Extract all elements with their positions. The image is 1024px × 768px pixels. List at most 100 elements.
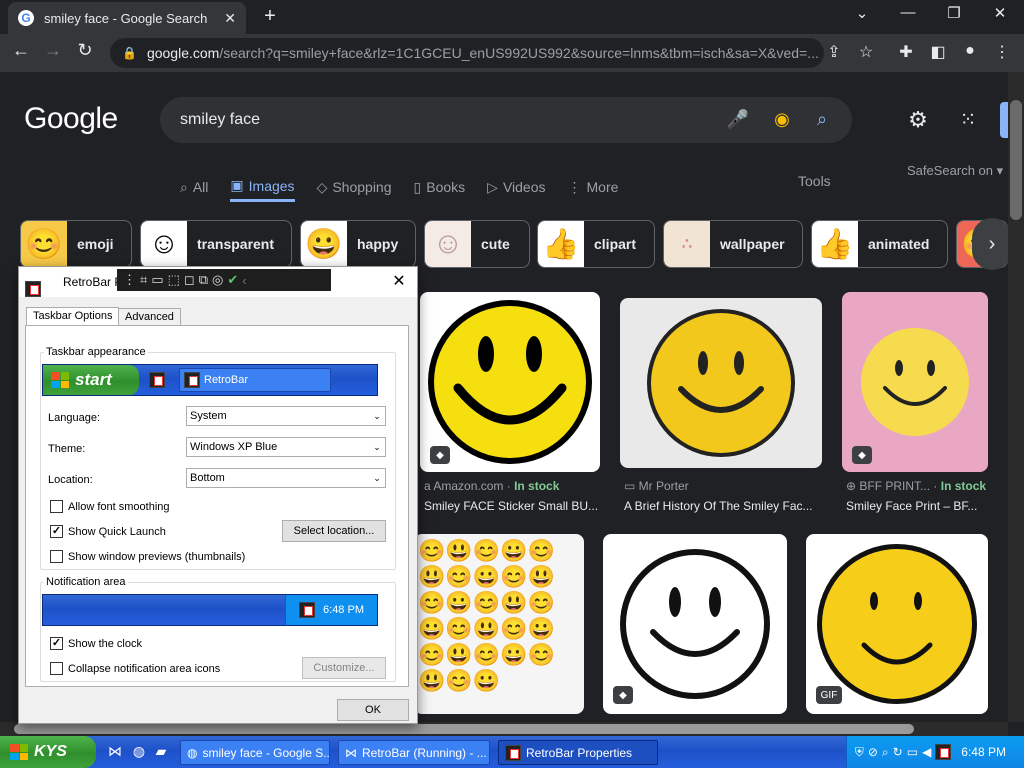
result-source-1[interactable]: a Amazon.com · In stock	[424, 479, 559, 493]
chrome-menu-icon[interactable]: ⋮	[990, 42, 1014, 62]
apps-grid-icon[interactable]: ⁙	[956, 107, 980, 132]
tab-books[interactable]: ▯ Books	[414, 172, 466, 202]
tab-search-chevron-icon[interactable]: ⌄	[842, 4, 882, 22]
address-bar[interactable]: 🔒 google.com/search?q=smiley+face&rlz=1C…	[110, 38, 824, 68]
tab-taskbar-options[interactable]: Taskbar Options	[26, 307, 120, 327]
settings-gear-icon[interactable]: ⚙	[906, 107, 930, 133]
result-caption-3[interactable]: Smiley Face Print – BF...	[846, 499, 986, 513]
show-clock-option[interactable]: ✓ Show the clock	[50, 637, 142, 650]
audio-icon[interactable]: ◎	[212, 272, 223, 288]
minimize-icon[interactable]: —	[888, 4, 928, 21]
select-location-button[interactable]: Select location...	[282, 520, 386, 542]
dialog-close-icon[interactable]: ✕	[385, 271, 413, 291]
result-image-1[interactable]	[420, 292, 600, 472]
profile-avatar-icon[interactable]: ●	[958, 42, 982, 60]
grip-icon[interactable]: ⋮	[123, 272, 136, 288]
chip-wallpaper[interactable]: ∴ wallpaper	[663, 220, 803, 268]
share-icon[interactable]: ⇪	[822, 42, 846, 62]
task-retrobar-running[interactable]: ⋈ RetroBar (Running) - ...	[338, 740, 490, 765]
customize-button[interactable]: Customize...	[302, 657, 386, 679]
screenshot-icon[interactable]: ⌗	[140, 272, 147, 288]
tab-images[interactable]: ▣ Images	[230, 172, 295, 202]
chip-animated[interactable]: 👍 animated	[811, 220, 948, 268]
task-google-search[interactable]: ◍ smiley face - Google S...	[180, 740, 330, 765]
result-image-2[interactable]	[620, 298, 822, 468]
result-source-2[interactable]: ▭ Mr Porter	[624, 479, 689, 493]
defender-icon[interactable]: ⛨	[855, 745, 864, 760]
google-logo[interactable]: Google	[24, 102, 118, 136]
browser-tab[interactable]: G smiley face - Google Search ✕	[8, 2, 246, 34]
bookmark-star-icon[interactable]: ☆	[854, 42, 878, 62]
chip-emoji[interactable]: 😊 emoji	[20, 220, 132, 268]
start-button[interactable]: KYS	[0, 736, 96, 768]
result-image-3[interactable]	[842, 292, 988, 472]
tab-close-icon[interactable]: ✕	[224, 10, 236, 27]
side-panel-icon[interactable]: ◧	[926, 42, 950, 62]
forward-arrow-icon[interactable]: →	[40, 40, 66, 61]
microphone-icon[interactable]: 🎤	[726, 109, 750, 130]
location-select[interactable]: Bottom ⌄	[186, 468, 386, 488]
language-select[interactable]: System ⌄	[186, 406, 386, 426]
transparent-smiley-thumb-icon: ☺	[141, 221, 187, 267]
retrobar-tray-icon[interactable]	[935, 744, 952, 760]
search-icon[interactable]: ⌕	[810, 109, 834, 130]
collapse-icons-checkbox[interactable]	[50, 662, 63, 675]
visual-studio-icon[interactable]: ⋈	[106, 743, 124, 761]
preview-tray: 6:48 PM	[285, 595, 377, 625]
window-close-icon[interactable]: ✕	[980, 4, 1020, 22]
tab-videos[interactable]: ▷ Videos	[487, 172, 545, 202]
chip-transparent[interactable]: ☺ transparent	[140, 220, 292, 268]
window-previews-checkbox[interactable]	[50, 550, 63, 563]
cute-smiley-thumb-icon: ☺	[425, 221, 471, 267]
collapse-icons-option[interactable]: Collapse notification area icons	[50, 662, 220, 675]
chrome-icon[interactable]: ◍	[130, 743, 148, 761]
chip-happy[interactable]: 😀 happy	[300, 220, 416, 268]
restore-icon[interactable]: ❐	[934, 4, 974, 22]
sign-in-button[interactable]	[1000, 102, 1008, 138]
theme-select[interactable]: Windows XP Blue ⌄	[186, 437, 386, 457]
collapse-icon[interactable]: ‹	[242, 273, 246, 288]
result-caption-1[interactable]: Smiley FACE Sticker Small BU...	[424, 499, 602, 513]
search-tray-icon[interactable]: ⌕	[882, 745, 889, 760]
task-retrobar-properties[interactable]: RetroBar Properties	[498, 740, 658, 765]
chip-cute[interactable]: ☺ cute	[424, 220, 530, 268]
result-source-3[interactable]: ⊕ BFF PRINT... · In stock	[846, 479, 986, 493]
vertical-scroll-thumb[interactable]	[1010, 100, 1022, 220]
region-icon[interactable]: ◻	[184, 272, 195, 288]
font-smoothing-checkbox[interactable]	[50, 500, 63, 513]
pointer-icon[interactable]: ⬚	[168, 272, 180, 288]
extensions-puzzle-icon[interactable]: ✚	[894, 42, 918, 62]
taskbar-preview: start RetroBar	[42, 364, 378, 396]
tab-shopping[interactable]: ◇ Shopping	[317, 172, 392, 202]
check-icon[interactable]: ✔	[227, 272, 238, 288]
record-icon[interactable]: ▭	[151, 272, 163, 288]
safesearch-toggle[interactable]: SafeSearch on ▾	[907, 163, 1003, 179]
folder-icon[interactable]: ▰	[152, 743, 170, 761]
taskbar-clock[interactable]: 6:48 PM	[961, 745, 1006, 759]
window-previews-option[interactable]: Show window previews (thumbnails)	[50, 550, 245, 563]
show-clock-checkbox[interactable]: ✓	[50, 637, 63, 650]
result-image-4[interactable]: 😊😃😊😀😊😃😊😀😊😃😊😀😊😃😊😀😊😃😊😀😊😃😊😀😊😃😊😀	[414, 534, 584, 714]
back-arrow-icon[interactable]: ←	[8, 40, 34, 61]
tab-all[interactable]: ⌕ All	[180, 172, 208, 202]
quick-launch-checkbox[interactable]: ✓	[50, 525, 63, 538]
ok-button[interactable]: OK	[337, 699, 409, 721]
tab-more[interactable]: ⋮ More	[568, 172, 619, 202]
tools-button[interactable]: Tools	[798, 173, 831, 189]
result-caption-2[interactable]: A Brief History Of The Smiley Fac...	[624, 499, 820, 513]
new-tab-icon[interactable]: +	[258, 5, 282, 28]
chrome-task-icon: ◍	[187, 745, 198, 760]
window-capture-icon[interactable]: ⧉	[199, 272, 208, 288]
chips-next-chevron-icon[interactable]: ›	[972, 218, 1008, 270]
battery-icon[interactable]: ▭	[907, 745, 918, 759]
preview-task-button: RetroBar	[179, 368, 331, 392]
reload-icon[interactable]: ↻	[72, 40, 98, 61]
font-smoothing-option[interactable]: Allow font smoothing	[50, 500, 170, 513]
network-off-icon[interactable]: ⊘	[868, 745, 878, 759]
camera-lens-icon[interactable]: ◉	[770, 109, 794, 130]
horizontal-scroll-thumb[interactable]	[14, 724, 914, 734]
quick-launch-option[interactable]: ✓ Show Quick Launch	[50, 525, 166, 538]
volume-icon[interactable]: ◀	[922, 745, 931, 759]
chip-clipart[interactable]: 👍 clipart	[537, 220, 655, 268]
sync-icon[interactable]: ↻	[893, 745, 903, 759]
